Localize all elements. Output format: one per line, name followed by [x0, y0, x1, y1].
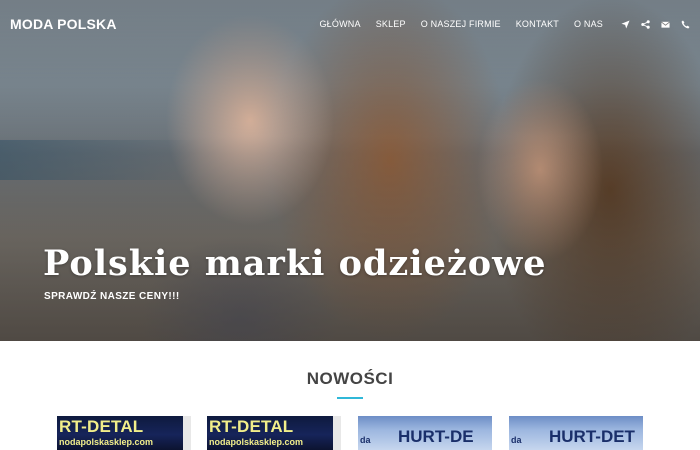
main-nav: GŁÓWNA SKLEP O NASZEJ FIRMIE KONTAKT O N… — [304, 19, 690, 29]
nav-link-sklep[interactable]: SKLEP — [376, 19, 406, 29]
section-divider — [337, 397, 363, 399]
section-title-nowosci: NOWOŚCI — [306, 369, 394, 388]
product-card[interactable]: da HURT-DE — [358, 416, 492, 450]
hero-background-sea — [0, 140, 200, 180]
top-navbar: MODA POLSKA GŁÓWNA SKLEP O NASZEJ FIRMIE… — [0, 0, 700, 48]
product-card-edge — [333, 416, 341, 450]
location-arrow-icon[interactable] — [620, 19, 630, 29]
product-sign-text: RT-DETAL — [209, 417, 294, 436]
share-icon[interactable] — [640, 19, 650, 29]
hero-title: Polskie marki odzieżowe — [43, 243, 547, 284]
product-card[interactable]: RT-DETAL nodapolskasklep.com — [207, 416, 341, 450]
nav-link-o-nas[interactable]: O NAS — [574, 19, 603, 29]
nav-link-o-naszej-firmie[interactable]: O NASZEJ FIRMIE — [421, 19, 501, 29]
hero-subtitle[interactable]: SPRAWDŹ NASZE CENY!!! — [44, 291, 180, 302]
product-card-edge — [183, 416, 191, 450]
phone-icon[interactable] — [680, 19, 690, 29]
hero-banner — [0, 0, 700, 341]
product-card[interactable]: RT-DETAL nodapolskasklep.com — [57, 416, 191, 450]
envelope-icon[interactable] — [660, 19, 670, 29]
product-url-text: nodapolskasklep.com — [59, 437, 154, 447]
nav-link-kontakt[interactable]: KONTAKT — [516, 19, 559, 29]
nav-link-glowna[interactable]: GŁÓWNA — [319, 19, 360, 29]
product-url-text: nodapolskasklep.com — [209, 437, 304, 447]
product-sign-text: HURT-DE — [398, 427, 474, 446]
product-sign-text: HURT-DET — [549, 427, 635, 446]
product-sign-text: RT-DETAL — [59, 417, 144, 436]
brand-logo[interactable]: MODA POLSKA — [10, 16, 117, 32]
product-card[interactable]: da HURT-DET — [509, 416, 643, 450]
product-mark-text: da — [360, 435, 371, 445]
product-mark-text: da — [511, 435, 522, 445]
